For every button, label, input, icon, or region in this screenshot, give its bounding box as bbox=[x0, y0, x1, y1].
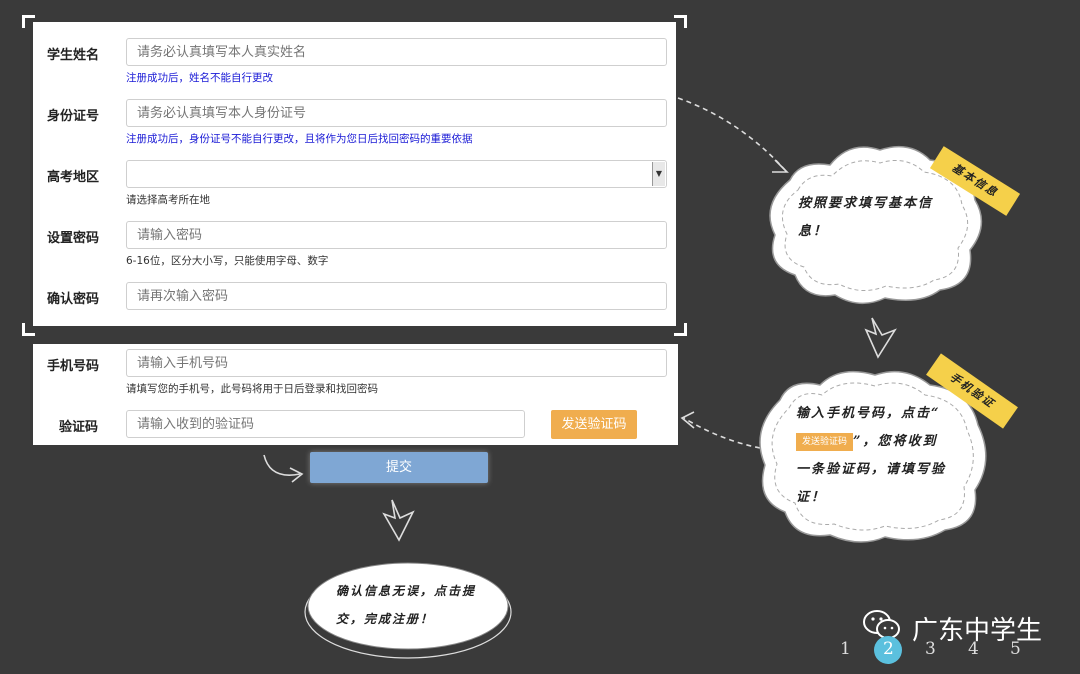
name-hint: 注册成功后，姓名不能自行更改 bbox=[126, 72, 273, 84]
phone-hint: 请填写您的手机号，此号码将用于日后登录和找回密码 bbox=[126, 383, 378, 395]
corner-bracket bbox=[674, 15, 687, 28]
basic-info-panel: 学生姓名 注册成功后，姓名不能自行更改 身份证号 注册成功后，身份证号不能自行更… bbox=[33, 22, 676, 326]
down-arrow-icon bbox=[864, 317, 897, 359]
password-hint: 6-16位，区分大小写，只能使用字母、数字 bbox=[126, 255, 329, 267]
confirm-text: 确认信息无误，点击提交，完成注册！ bbox=[336, 584, 477, 626]
page-link[interactable]: 5 bbox=[1010, 639, 1021, 659]
corner-bracket bbox=[22, 323, 35, 336]
confirm-password-input[interactable] bbox=[126, 282, 667, 310]
corner-bracket bbox=[674, 323, 687, 336]
phone-label: 手机号码 bbox=[47, 359, 100, 374]
page-link[interactable]: 3 bbox=[925, 639, 936, 659]
dashed-arrow-icon bbox=[683, 417, 761, 449]
name-input[interactable] bbox=[126, 38, 667, 66]
region-label: 高考地区 bbox=[47, 170, 100, 185]
cloud-phone-text: 输入手机号码，点击“发送验证码 ”，您将收到一条验证码，请填写验证！ bbox=[796, 400, 946, 512]
arrowhead-icon bbox=[772, 159, 789, 173]
dashed-arrow-icon bbox=[677, 97, 786, 171]
confirm-password-label: 确认密码 bbox=[47, 292, 100, 307]
corner-bracket bbox=[22, 15, 35, 28]
code-input[interactable] bbox=[126, 410, 525, 438]
password-label: 设置密码 bbox=[47, 231, 100, 246]
region-select[interactable]: ▼ bbox=[126, 160, 667, 188]
idcard-input[interactable] bbox=[126, 99, 667, 127]
region-hint: 请选择高考所在地 bbox=[126, 194, 210, 206]
arrowhead-icon bbox=[680, 411, 695, 429]
code-label: 验证码 bbox=[59, 420, 99, 435]
page-link[interactable]: 4 bbox=[968, 639, 979, 659]
name-label: 学生姓名 bbox=[47, 48, 100, 63]
phone-verify-panel: 手机号码 请填写您的手机号，此号码将用于日后登录和找回密码 验证码 发送验证码 bbox=[33, 344, 678, 445]
mini-send-button: 发送验证码 bbox=[796, 432, 854, 451]
chevron-down-icon[interactable]: ▼ bbox=[652, 162, 665, 186]
submit-button[interactable]: 提交 bbox=[310, 452, 488, 483]
idcard-hint: 注册成功后，身份证号不能自行更改，且将作为您日后找回密码的重要依据 bbox=[126, 133, 473, 145]
cloud-phone-text-before: 输入手机号码，点击“ bbox=[796, 406, 941, 421]
idcard-label: 身份证号 bbox=[47, 109, 100, 124]
curved-arrow-icon bbox=[263, 454, 301, 476]
page-link[interactable]: 1 bbox=[840, 639, 851, 659]
page-link-current[interactable]: 2 bbox=[883, 639, 894, 659]
send-code-button[interactable]: 发送验证码 bbox=[551, 410, 637, 439]
down-arrow-icon bbox=[382, 499, 415, 542]
cloud-basic-text: 按照要求填写基本信息！ bbox=[798, 196, 934, 239]
phone-input[interactable] bbox=[126, 349, 667, 377]
password-input[interactable] bbox=[126, 221, 667, 249]
